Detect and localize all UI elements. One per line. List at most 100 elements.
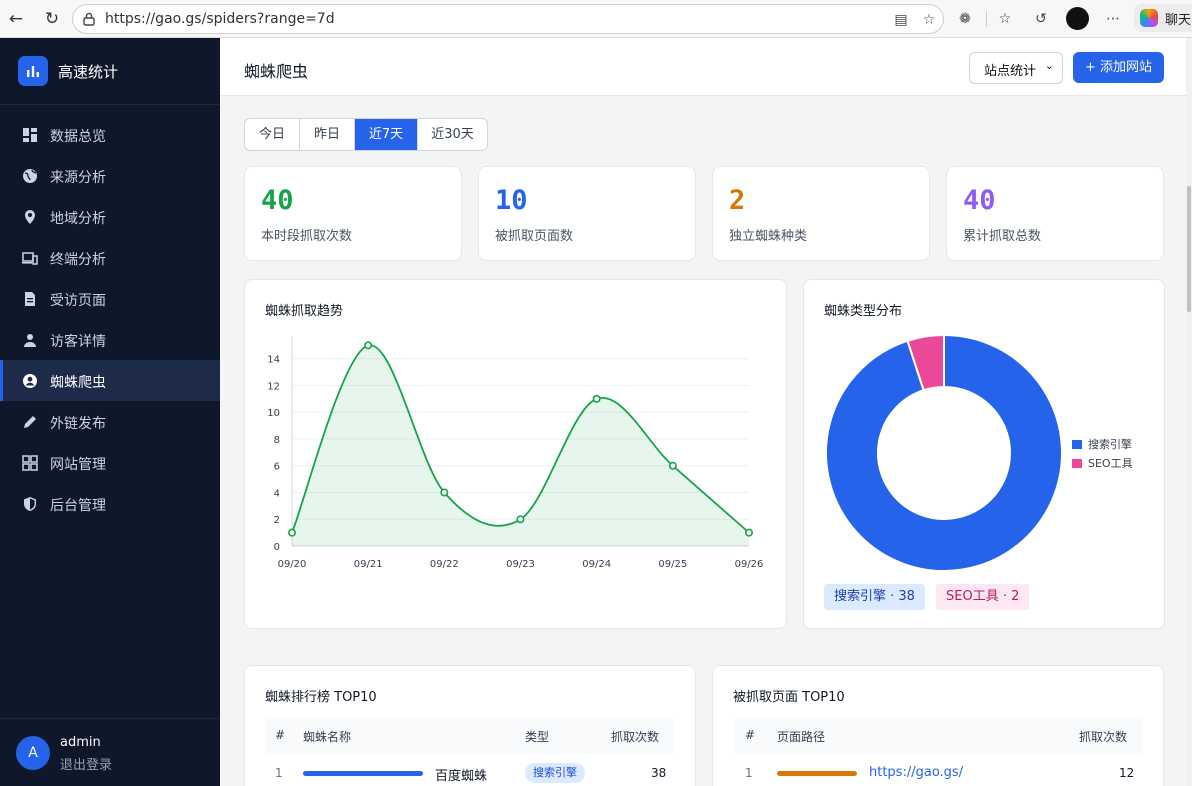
x-tick-label: 09/24 (582, 559, 611, 570)
sidebar-item-backlinks[interactable]: 外链发布 (0, 401, 220, 442)
data-point (668, 461, 677, 470)
tab-30days[interactable]: 近30天 (418, 119, 487, 150)
copilot-button[interactable]: 聊天 (1134, 4, 1192, 32)
document-icon (25, 292, 35, 306)
data-point (287, 528, 296, 537)
profile-avatar[interactable] (1066, 7, 1089, 30)
x-tick-label: 09/25 (658, 559, 687, 570)
sidebar-item-sites[interactable]: 网站管理 (0, 442, 220, 483)
stat-label: 被抓取页面数 (495, 229, 574, 244)
sidebar-item-overview[interactable]: 数据总览 (0, 114, 220, 155)
page-path-link[interactable]: https://gao.gs/ (869, 765, 963, 780)
reader-mode-icon[interactable]: ▤ (891, 10, 911, 30)
extensions-icon[interactable]: ❁ (954, 8, 976, 30)
page-title: 蜘蛛爬虫 (244, 62, 309, 81)
data-point (744, 528, 753, 537)
scrollbar-thumb[interactable] (1187, 186, 1191, 312)
sidebar: 高速统计 数据总览 来源分析 地域分析 终端分析 受访页面 访客详情 蜘蛛爬虫 … (0, 38, 220, 786)
back-icon[interactable]: ← (4, 7, 28, 31)
sidebar-item-region[interactable]: 地域分析 (0, 196, 220, 237)
stat-value: 2 (729, 185, 746, 216)
address-bar[interactable]: https://gao.gs/spiders?range=7d ▤ ☆ (72, 4, 944, 34)
site-select[interactable]: 站点统计 ⌄ (969, 52, 1063, 84)
sidebar-item-visitors[interactable]: 访客详情 (0, 319, 220, 360)
sidebar-item-sources[interactable]: 来源分析 (0, 155, 220, 196)
column-header: 抓取次数 (1079, 730, 1128, 744)
url-text[interactable]: https://gao.gs/spiders?range=7d (105, 11, 335, 27)
stat-card-total: 40 累计抓取总数 (946, 166, 1164, 261)
brand[interactable]: 高速统计 (0, 38, 220, 105)
sidebar-item-devices[interactable]: 终端分析 (0, 237, 220, 278)
legend-item-search-engine[interactable]: 搜索引擎 (1072, 436, 1132, 452)
crawl-count: 38 (651, 766, 667, 780)
account-circle-icon (23, 374, 37, 388)
legend-item-seo-tool[interactable]: SEO工具 (1072, 455, 1133, 471)
data-point (516, 515, 525, 524)
spider-rank-title: 蜘蛛排行榜 TOP10 (265, 690, 377, 705)
copilot-icon (1140, 9, 1158, 27)
legend-swatch (1072, 459, 1082, 468)
stat-label: 本时段抓取次数 (261, 229, 353, 244)
tab-yesterday[interactable]: 昨日 (300, 119, 355, 150)
sidebar-item-spiders[interactable]: 蜘蛛爬虫 (0, 360, 220, 401)
column-header: 页面路径 (777, 730, 826, 744)
y-tick-label: 12 (267, 381, 280, 392)
crawl-share-bar (303, 771, 423, 776)
reload-icon[interactable]: ↻ (40, 7, 64, 31)
stat-value: 10 (495, 185, 528, 216)
spider-name: 百度蜘蛛 (435, 769, 488, 784)
legend-swatch (1072, 440, 1082, 449)
type-badge: 搜索引擎 (525, 763, 585, 783)
history-icon[interactable]: ↺ (1030, 8, 1052, 30)
trend-chart: 0 2 4 6 8 10 12 14 09/20 09/21 09/22 09/23 09/24 09/2… (267, 336, 764, 570)
y-tick-label: 6 (274, 462, 280, 473)
add-site-button[interactable]: + 添加网站 (1073, 52, 1164, 83)
y-tick-label: 14 (267, 355, 280, 366)
x-tick-label: 09/23 (506, 559, 535, 570)
brand-name: 高速统计 (58, 63, 119, 81)
user-panel: A admin 退出登录 (0, 718, 220, 786)
crawl-count: 12 (1119, 766, 1135, 780)
stat-card-spider-types: 2 独立蜘蛛种类 (712, 166, 930, 261)
person-icon (24, 334, 36, 347)
y-tick-label: 2 (274, 515, 280, 526)
data-point (440, 488, 449, 497)
tab-today[interactable]: 今日 (245, 119, 300, 150)
favorite-star-icon[interactable]: ☆ (919, 10, 939, 30)
location-pin-icon (25, 210, 35, 224)
dashboard-icon (23, 128, 37, 142)
page-header: 蜘蛛爬虫 站点统计 ⌄ + 添加网站 (220, 38, 1192, 96)
avatar[interactable]: A (16, 736, 50, 770)
logout-link[interactable]: 退出登录 (60, 754, 112, 773)
type-pill-search-engine: 搜索引擎 · 38 (824, 584, 925, 610)
x-tick-label: 09/21 (354, 559, 383, 570)
range-tabs: 今日 昨日 近7天 近30天 (244, 118, 488, 151)
sidebar-item-pages[interactable]: 受访页面 (0, 278, 220, 319)
page-scrollbar[interactable] (1186, 38, 1192, 786)
chevron-down-icon: ⌄ (1044, 59, 1054, 72)
devices-icon (22, 252, 38, 265)
row-rank: 1 (745, 766, 753, 780)
page-rank-title: 被抓取页面 TOP10 (733, 690, 845, 705)
y-tick-label: 10 (267, 408, 280, 419)
more-options-icon[interactable]: ⋯ (1102, 8, 1124, 30)
y-tick-label: 8 (274, 435, 280, 446)
tab-7days[interactable]: 近7天 (355, 119, 418, 150)
spider-rank-card: 蜘蛛排行榜 TOP10 # 蜘蛛名称 类型 抓取次数 1 百度蜘蛛 搜索引擎 3… (244, 665, 696, 786)
lock-icon (83, 12, 95, 26)
stat-value: 40 (261, 185, 294, 216)
y-tick-label: 0 (274, 542, 280, 553)
column-header: 蜘蛛名称 (303, 730, 352, 744)
stat-card-crawls: 40 本时段抓取次数 (244, 166, 462, 261)
favorites-icon[interactable]: ☆ (994, 8, 1016, 30)
sidebar-item-admin[interactable]: 后台管理 (0, 483, 220, 524)
page-rank-card: 被抓取页面 TOP10 # 页面路径 抓取次数 1 https://gao.gs… (712, 665, 1164, 786)
column-header: # (275, 728, 286, 742)
x-tick-label: 09/26 (735, 559, 764, 570)
column-header: # (745, 728, 756, 742)
stat-label: 累计抓取总数 (963, 229, 1042, 244)
y-tick-label: 4 (274, 488, 280, 499)
stat-value: 40 (963, 185, 996, 216)
distribution-donut-chart (825, 333, 1063, 572)
globe-icon (23, 169, 37, 183)
